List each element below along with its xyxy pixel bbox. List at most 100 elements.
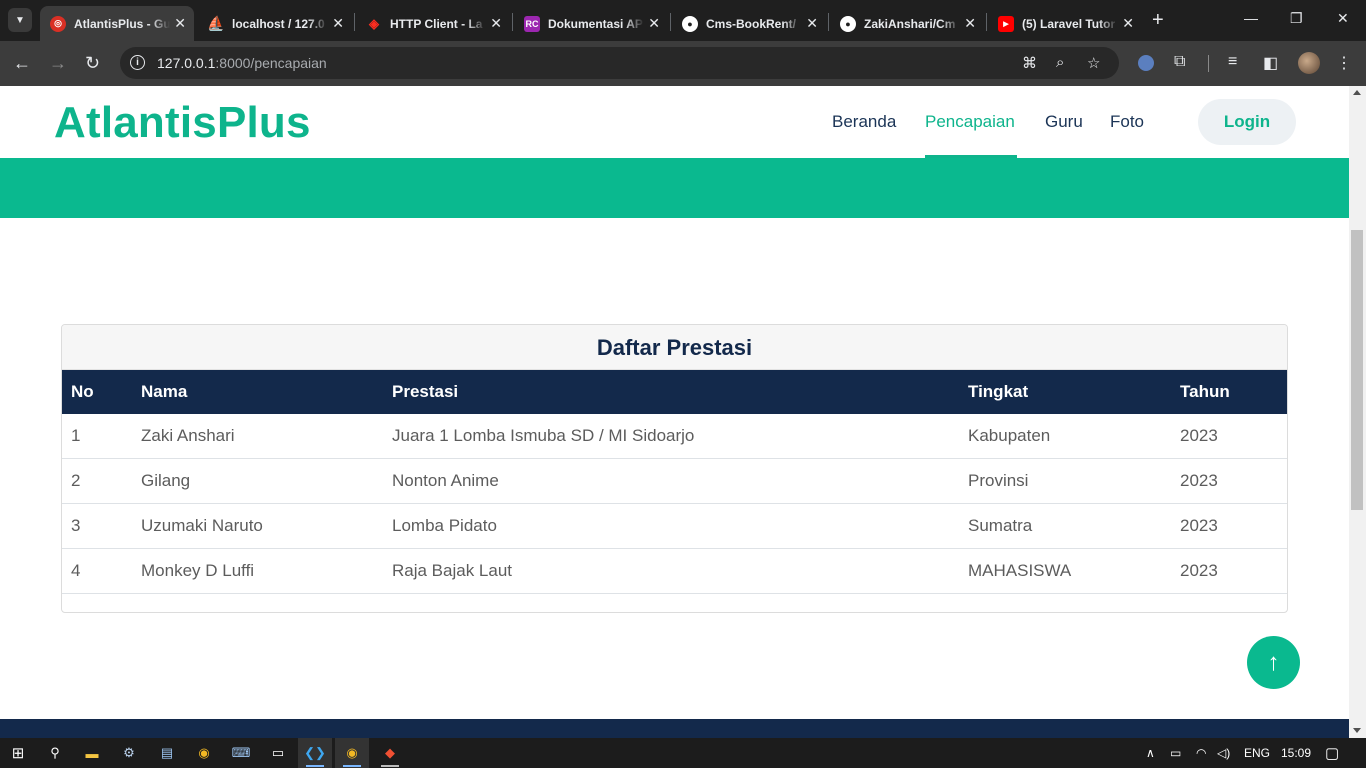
cell-nama: Uzumaki Naruto [141, 516, 263, 535]
tab-phpmyadmin[interactable]: ⛵ localhost / 127.0 ✕ [198, 6, 352, 41]
tab-separator [986, 13, 987, 31]
cell-no: 3 [71, 516, 81, 535]
scroll-up-arrow-icon[interactable] [1353, 90, 1361, 95]
tab-title: HTTP Client - La [390, 16, 483, 31]
file-explorer-icon[interactable]: ▬ [82, 743, 102, 763]
search-icon[interactable]: ⚲ [45, 743, 65, 763]
cell-no: 2 [71, 471, 81, 490]
nav-pencapaian[interactable]: Pencapaian [925, 112, 1015, 132]
github-icon: ● [840, 15, 856, 32]
tab-atlantisplus[interactable]: ◎ AtlantisPlus - Gu ✕ [40, 6, 194, 41]
table-row: 2 Gilang Nonton Anime Provinsi 2023 [62, 459, 1287, 504]
forward-arrow-icon[interactable]: → [49, 53, 67, 73]
wifi-icon[interactable]: ◠ [1196, 746, 1206, 760]
scroll-down-arrow-icon[interactable] [1353, 728, 1361, 733]
cell-prestasi: Raja Bajak Laut [392, 561, 513, 580]
column-header-nama: Nama [141, 382, 188, 401]
close-icon[interactable]: ✕ [1122, 15, 1134, 32]
cell-no: 1 [71, 426, 81, 445]
column-header-no: No [71, 382, 94, 401]
back-arrow-icon[interactable]: ← [13, 53, 31, 73]
cell-tingkat: Provinsi [968, 471, 1029, 490]
chrome-icon[interactable]: ◉ [194, 743, 214, 763]
bookmark-star-icon[interactable]: ☆ [1087, 54, 1100, 72]
page-scrollbar[interactable] [1349, 86, 1366, 738]
column-header-tahun: Tahun [1180, 382, 1230, 401]
tab-http-client[interactable]: ◈ HTTP Client - La ✕ [356, 6, 510, 41]
tab-separator [354, 13, 355, 31]
tab-youtube[interactable]: ▶ (5) Laravel Tutor ✕ [988, 6, 1142, 41]
site-info-icon[interactable]: i [130, 55, 145, 70]
running-indicator [306, 765, 324, 767]
cell-nama: Zaki Anshari [141, 426, 235, 445]
scroll-thumb[interactable] [1351, 230, 1363, 510]
cell-tahun: 2023 [1180, 471, 1218, 490]
address-bar[interactable]: i 127.0.0.1:8000/pencapaian ⌘ ⌕ ☆ [120, 47, 1119, 79]
tab-zakianshari[interactable]: ● ZakiAnshari/Cm ✕ [830, 6, 984, 41]
git-icon[interactable]: ◆ [380, 743, 400, 763]
restore-icon[interactable]: ❐ [1290, 10, 1303, 27]
table-row: 1 Zaki Anshari Juara 1 Lomba Ismuba SD /… [62, 414, 1287, 459]
notepad-icon[interactable]: ▤ [157, 743, 177, 763]
close-icon[interactable]: ✕ [490, 15, 502, 32]
tab-title: ZakiAnshari/Cm [864, 16, 956, 31]
laravel-icon: ◈ [369, 15, 379, 31]
terminal-icon[interactable]: ▭ [268, 743, 288, 763]
login-button[interactable]: Login [1198, 99, 1296, 145]
keyboard-icon[interactable]: ⌨ [231, 743, 251, 763]
nav-foto[interactable]: Foto [1110, 112, 1144, 132]
side-panel-icon[interactable]: ◧ [1263, 53, 1278, 73]
hero-banner [0, 158, 1349, 218]
profile-avatar[interactable] [1298, 52, 1320, 74]
new-tab-plus-icon[interactable]: + [1152, 10, 1164, 30]
minimize-icon[interactable]: — [1244, 10, 1258, 26]
close-icon[interactable]: ✕ [964, 15, 976, 32]
extensions-puzzle-icon[interactable]: ⧉ [1174, 53, 1185, 71]
card-title: Daftar Prestasi [596, 335, 753, 360]
cell-prestasi: Nonton Anime [392, 471, 499, 490]
close-icon[interactable]: ✕ [332, 15, 344, 32]
tray-chevron-up-icon[interactable]: ∧ [1146, 746, 1155, 760]
tab-cms-bookrent[interactable]: ● Cms-BookRent/ ✕ [672, 6, 826, 41]
app-icon[interactable]: ⚙ [119, 743, 139, 763]
tab-separator [512, 13, 513, 31]
windows-start-icon[interactable]: ⊞ [8, 743, 28, 763]
window-close-icon[interactable]: ✕ [1337, 10, 1349, 27]
vscode-icon[interactable]: ❮❯ [304, 743, 326, 763]
card-header: Daftar Prestasi [62, 325, 1287, 370]
toolbar-separator [1208, 55, 1209, 72]
zoom-icon[interactable]: ⌕ [1056, 54, 1064, 71]
url-text[interactable]: 127.0.0.1:8000/pencapaian [157, 55, 327, 71]
target-icon: ◎ [50, 15, 66, 32]
nav-guru[interactable]: Guru [1045, 112, 1083, 132]
tab-separator [828, 13, 829, 31]
notification-icon[interactable]: ▢ [1325, 744, 1339, 762]
language-indicator[interactable]: ENG [1244, 746, 1270, 760]
site-footer [0, 719, 1349, 738]
back-to-top-arrow-icon[interactable]: ↑ [1247, 636, 1300, 689]
close-icon[interactable]: ✕ [648, 15, 660, 32]
translate-icon[interactable]: ⌘ [1022, 54, 1037, 72]
tab-separator [670, 13, 671, 31]
close-icon[interactable]: ✕ [806, 15, 818, 32]
media-control-icon[interactable]: ≡ [1228, 53, 1237, 71]
table-header: No Nama Prestasi Tingkat Tahun [62, 370, 1287, 414]
extension-cursor-icon[interactable] [1138, 55, 1154, 71]
battery-icon[interactable]: ▭ [1170, 746, 1181, 760]
clock[interactable]: 15:09 [1281, 746, 1311, 760]
tab-dokumentasi[interactable]: RC Dokumentasi AP ✕ [514, 6, 668, 41]
chrome-active-icon[interactable]: ◉ [342, 743, 362, 763]
nav-beranda[interactable]: Beranda [832, 112, 896, 132]
menu-kebab-icon[interactable]: ⋮ [1336, 53, 1352, 73]
browser-tab-strip: ▼ ◎ AtlantisPlus - Gu ✕ ⛵ localhost / 12… [0, 0, 1366, 41]
site-header: AtlantisPlus Beranda Pencapaian Guru Fot… [0, 86, 1349, 158]
tab-title: Dokumentasi AP [548, 16, 643, 31]
page-viewport: AtlantisPlus Beranda Pencapaian Guru Fot… [0, 86, 1349, 738]
site-logo[interactable]: AtlantisPlus [54, 98, 311, 148]
tab-search-chevron-icon[interactable]: ▼ [8, 8, 32, 32]
close-icon[interactable]: ✕ [174, 15, 186, 32]
tab-title: localhost / 127.0 [232, 16, 325, 31]
reload-icon[interactable]: ↻ [85, 53, 100, 73]
running-indicator [381, 765, 399, 767]
volume-icon[interactable]: ◁) [1217, 746, 1230, 760]
